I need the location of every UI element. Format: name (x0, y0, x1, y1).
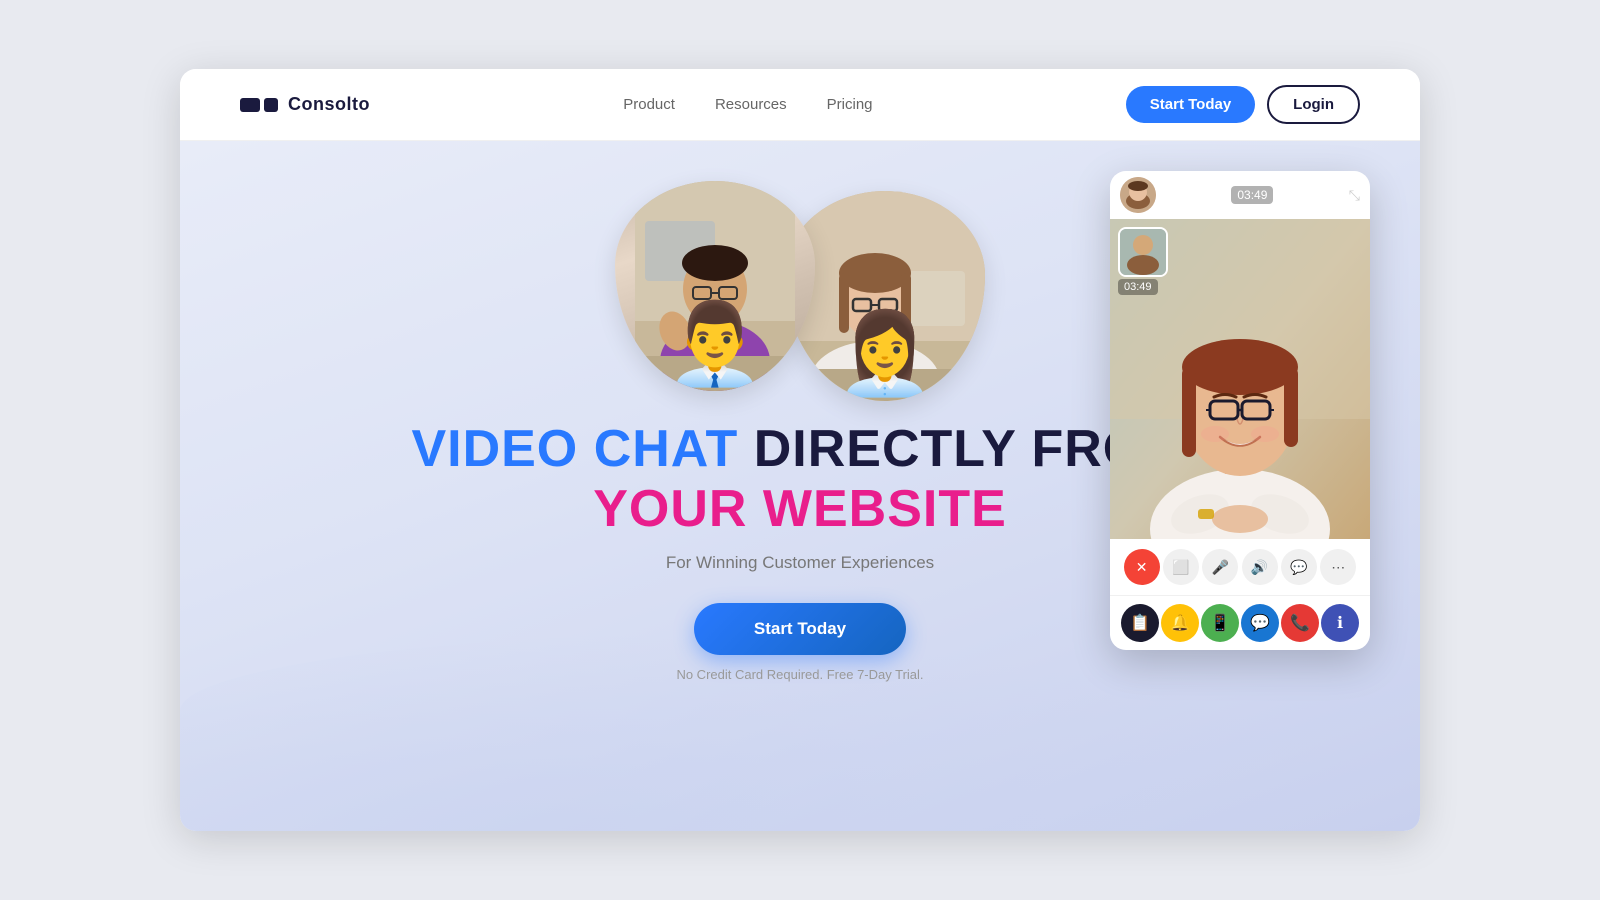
logo-block-right (264, 98, 278, 112)
microphone-button[interactable]: 🎤 (1202, 549, 1238, 585)
widget-social-bar: 📋 🔔 📱 💬 📞 ℹ (1110, 595, 1370, 650)
timer-overlay: 03:49 (1118, 279, 1158, 295)
avatar-svg (1120, 177, 1156, 213)
person1-svg (635, 181, 795, 391)
brand-name: Consolto (288, 94, 370, 115)
more-options-button[interactable]: ⋯ (1320, 549, 1356, 585)
widget-controls: ✕ ⬜ 🎤 🔊 💬 ⋯ (1110, 539, 1370, 595)
chat-button[interactable]: 💬 (1281, 549, 1317, 585)
nav-start-today-button[interactable]: Start Today (1126, 86, 1255, 123)
end-call-button[interactable]: ✕ (1124, 549, 1160, 585)
widget-pip-thumbnail (1118, 227, 1168, 277)
nav-link-resources[interactable]: Resources (715, 96, 787, 113)
pip-svg (1120, 229, 1166, 275)
widget-header: 03:49 ⤡ (1110, 171, 1370, 219)
expand-icon[interactable]: ⤡ (1349, 187, 1360, 204)
nav-links: Product Resources Pricing (623, 96, 872, 113)
browser-window: Consolto Product Resources Pricing Start… (180, 69, 1420, 831)
nav-link-pricing[interactable]: Pricing (827, 96, 873, 113)
hero-thumbnails (615, 181, 985, 401)
info-button[interactable]: ℹ (1321, 604, 1359, 642)
person2-image (785, 191, 985, 401)
hero-subtitle: For Winning Customer Experiences (666, 553, 934, 573)
nav-link-product[interactable]: Product (623, 96, 675, 113)
widget-timer: 03:49 (1231, 186, 1273, 204)
logo-icon (240, 98, 278, 112)
thumbnail-person2 (785, 191, 985, 401)
notify-button[interactable]: 🔔 (1161, 604, 1199, 642)
hero-section: VIDEO CHAT DIRECTLY FROM YOUR WEBSITE Fo… (180, 141, 1420, 831)
logo: Consolto (240, 94, 370, 115)
widget-main-video: 03:49 (1110, 219, 1370, 539)
hero-headline: VIDEO CHAT DIRECTLY FROM YOUR WEBSITE (411, 421, 1188, 541)
volume-button[interactable]: 🔊 (1242, 549, 1278, 585)
messenger-button[interactable]: 💬 (1241, 604, 1279, 642)
phone-button[interactable]: 📞 (1281, 604, 1319, 642)
headline-line2: YOUR WEBSITE (411, 478, 1188, 540)
navbar: Consolto Product Resources Pricing Start… (180, 69, 1420, 141)
nav-actions: Start Today Login (1126, 85, 1360, 124)
no-credit-card-text: No Credit Card Required. Free 7-Day Tria… (676, 667, 923, 682)
nav-login-button[interactable]: Login (1267, 85, 1360, 124)
screen-share-button[interactable]: ⬜ (1163, 549, 1199, 585)
widget-avatar (1120, 177, 1156, 213)
logo-block-left (240, 98, 260, 112)
hero-start-today-button[interactable]: Start Today (694, 603, 906, 655)
copy-link-button[interactable]: 📋 (1121, 604, 1159, 642)
video-call-widget: 03:49 ⤡ (1110, 171, 1370, 650)
person2-svg (785, 191, 985, 401)
headline-video-chat: VIDEO CHAT (411, 420, 738, 478)
thumbnail-person1 (615, 181, 815, 391)
whatsapp-button[interactable]: 📱 (1201, 604, 1239, 642)
person1-image (615, 181, 815, 391)
headline-line1: VIDEO CHAT DIRECTLY FROM (411, 421, 1188, 478)
